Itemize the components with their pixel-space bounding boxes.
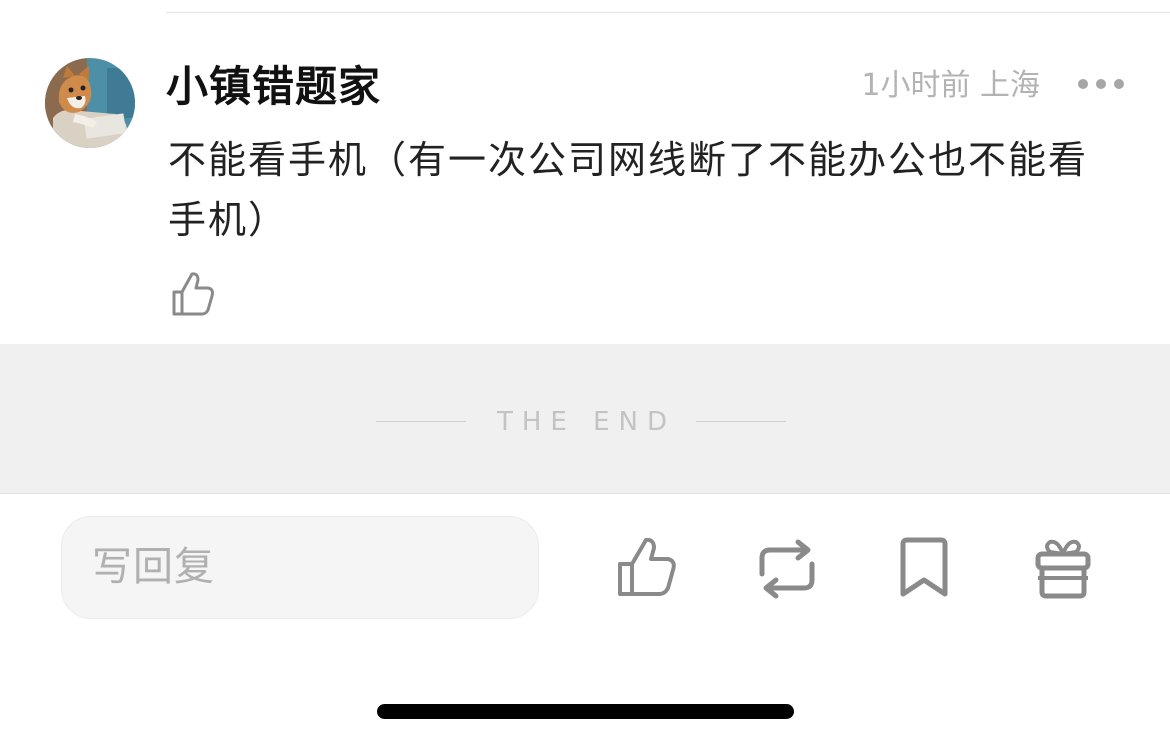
comment-like-button[interactable]	[170, 270, 216, 318]
like-button[interactable]	[612, 534, 682, 604]
repost-button[interactable]	[752, 534, 822, 604]
comment-time-location: 1小时前 上海	[861, 68, 1040, 103]
username[interactable]: 小镇错题家	[166, 60, 381, 114]
gift-icon	[1035, 539, 1091, 599]
dot	[1114, 79, 1124, 89]
gift-button[interactable]	[1028, 534, 1098, 604]
end-marker-band: THE END	[0, 344, 1170, 494]
bookmark-button[interactable]	[889, 534, 959, 604]
end-line-right	[696, 421, 786, 422]
screen: 小镇错题家 1小时前 上海 不能看手机（有一次公司网线断了不能办公也不能看手机）…	[0, 0, 1170, 743]
avatar[interactable]	[45, 58, 135, 148]
repost-icon	[759, 539, 815, 599]
comment-item: 小镇错题家 1小时前 上海 不能看手机（有一次公司网线断了不能办公也不能看手机）	[0, 0, 1170, 344]
comment-text: 不能看手机（有一次公司网线断了不能办公也不能看手机）	[168, 138, 1089, 242]
reply-input[interactable]: 写回复	[61, 516, 539, 619]
home-indicator[interactable]	[377, 704, 794, 719]
bookmark-icon	[900, 537, 948, 597]
end-line-left	[376, 421, 466, 422]
thumbs-up-icon	[172, 272, 214, 316]
thumbs-up-icon	[618, 537, 676, 596]
end-marker-text: THE END	[497, 407, 677, 437]
dot	[1078, 79, 1088, 89]
dot	[1096, 79, 1106, 89]
more-dots-icon[interactable]	[1078, 70, 1124, 98]
shiba-dog-avatar-icon	[45, 58, 135, 148]
